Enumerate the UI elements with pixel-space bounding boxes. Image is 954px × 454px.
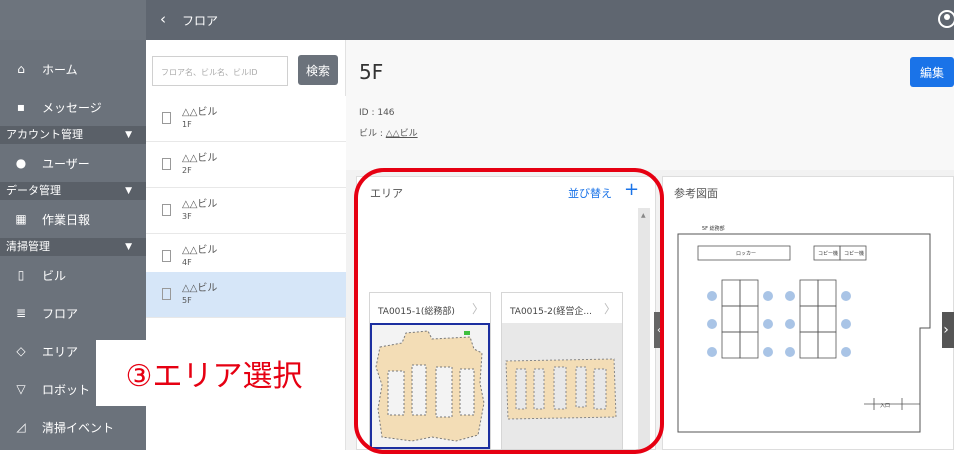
- sidebar-item-label: エリア: [42, 344, 79, 359]
- caret-down-icon: ▼: [125, 186, 132, 196]
- caret-down-icon: ▼: [125, 242, 132, 252]
- search-button[interactable]: 検索: [298, 55, 338, 85]
- user-account-icon[interactable]: [938, 10, 954, 28]
- logo-area: [0, 0, 146, 40]
- annotation-highlight: [354, 168, 664, 454]
- building-icon: [162, 204, 171, 216]
- section-account-management[interactable]: アカウント管理 ▼: [0, 126, 146, 144]
- building-icon: [162, 288, 171, 300]
- entrance-label: 入口: [880, 403, 890, 409]
- report-icon: ▦: [15, 212, 27, 226]
- edit-button[interactable]: 編集: [910, 57, 954, 87]
- sidebar-item-home[interactable]: ⌂ ホーム: [0, 50, 146, 88]
- building-icon: [162, 158, 171, 170]
- floor-name: 2F: [182, 166, 192, 175]
- locker-label: ロッカー: [736, 251, 756, 257]
- floor-list-item[interactable]: △△ビル 3F: [146, 188, 346, 234]
- cleaning-event-icon: ◿: [16, 420, 26, 434]
- message-icon: ▪: [16, 100, 26, 114]
- detail-header: [346, 40, 954, 170]
- building-icon: [162, 112, 171, 124]
- sidebar-item-messages[interactable]: ▪ メッセージ: [0, 88, 146, 126]
- sidebar-item-cleaning-event[interactable]: ◿ 清掃イベント: [0, 408, 146, 446]
- floor-title: 5F: [359, 60, 384, 84]
- building-icon: ▯: [17, 268, 25, 282]
- sidebar-item-label: ホーム: [42, 62, 78, 77]
- sidebar-item-label: 清掃イベント: [42, 420, 115, 435]
- sidebar-item-label: 作業日報: [42, 212, 91, 227]
- floor-name: 4F: [182, 258, 192, 267]
- page-title: フロア: [182, 14, 219, 28]
- copier-label: コピー機: [818, 250, 838, 257]
- sidebar-item-label: ロボット: [42, 382, 91, 397]
- building-field-label: ビル :: [359, 129, 386, 139]
- floor-name: 1F: [182, 120, 192, 129]
- sidebar-item-building[interactable]: ▯ ビル: [0, 256, 146, 294]
- floor-list-item-selected[interactable]: △△ビル 5F: [146, 272, 346, 318]
- sidebar-item-floor[interactable]: ≣ フロア: [0, 294, 146, 332]
- robot-icon: ▽: [16, 382, 26, 396]
- sidebar-item-label: ビル: [42, 268, 67, 283]
- home-icon: ⌂: [17, 62, 25, 76]
- floor-name: 3F: [182, 212, 192, 221]
- floor-list-item[interactable]: △△ビル 1F: [146, 96, 346, 142]
- copier-label: コピー機: [844, 250, 864, 257]
- caret-down-icon: ▼: [125, 130, 132, 140]
- building-name: △△ビル: [182, 107, 218, 118]
- sidebar-item-label: ユーザー: [42, 156, 90, 171]
- section-label: データ管理: [6, 184, 61, 197]
- search-input[interactable]: フロア名、ビル名、ビルID: [152, 56, 288, 86]
- annotation-label: ③エリア選択: [96, 340, 332, 406]
- sidebar-item-work-report[interactable]: ▦ 作業日報: [0, 200, 146, 238]
- building-icon: [162, 250, 171, 262]
- sidebar-item-users[interactable]: ● ユーザー: [0, 144, 146, 182]
- section-label: アカウント管理: [6, 128, 83, 141]
- sidebar-item-label: メッセージ: [42, 100, 102, 115]
- section-data-management[interactable]: データ管理 ▼: [0, 182, 146, 200]
- floor-name: 5F: [182, 296, 192, 305]
- building-name: △△ビル: [182, 245, 218, 256]
- building-field: ビル : △△ビル: [359, 126, 418, 139]
- user-icon: ●: [15, 156, 27, 170]
- back-button[interactable]: ‹: [160, 10, 166, 28]
- drawing-title: 5F 総務部: [702, 225, 725, 232]
- floor-list-item[interactable]: △△ビル 2F: [146, 142, 346, 188]
- building-name: △△ビル: [182, 199, 218, 210]
- section-label: 清掃管理: [6, 240, 50, 253]
- building-link[interactable]: △△ビル: [386, 129, 418, 139]
- sidebar-item-label: フロア: [42, 306, 79, 321]
- floor-id: ID : 146: [359, 108, 395, 118]
- reference-floor-plan: 5F 総務部 ロッカー コピー機 コピー機 入口: [674, 218, 942, 438]
- building-name: △△ビル: [182, 153, 218, 164]
- floor-icon: ≣: [15, 306, 27, 320]
- building-name: △△ビル: [182, 283, 218, 294]
- reference-panel-title: 参考図面: [674, 187, 718, 200]
- area-icon: ◇: [16, 344, 26, 358]
- section-cleaning-management[interactable]: 清掃管理 ▼: [0, 238, 146, 256]
